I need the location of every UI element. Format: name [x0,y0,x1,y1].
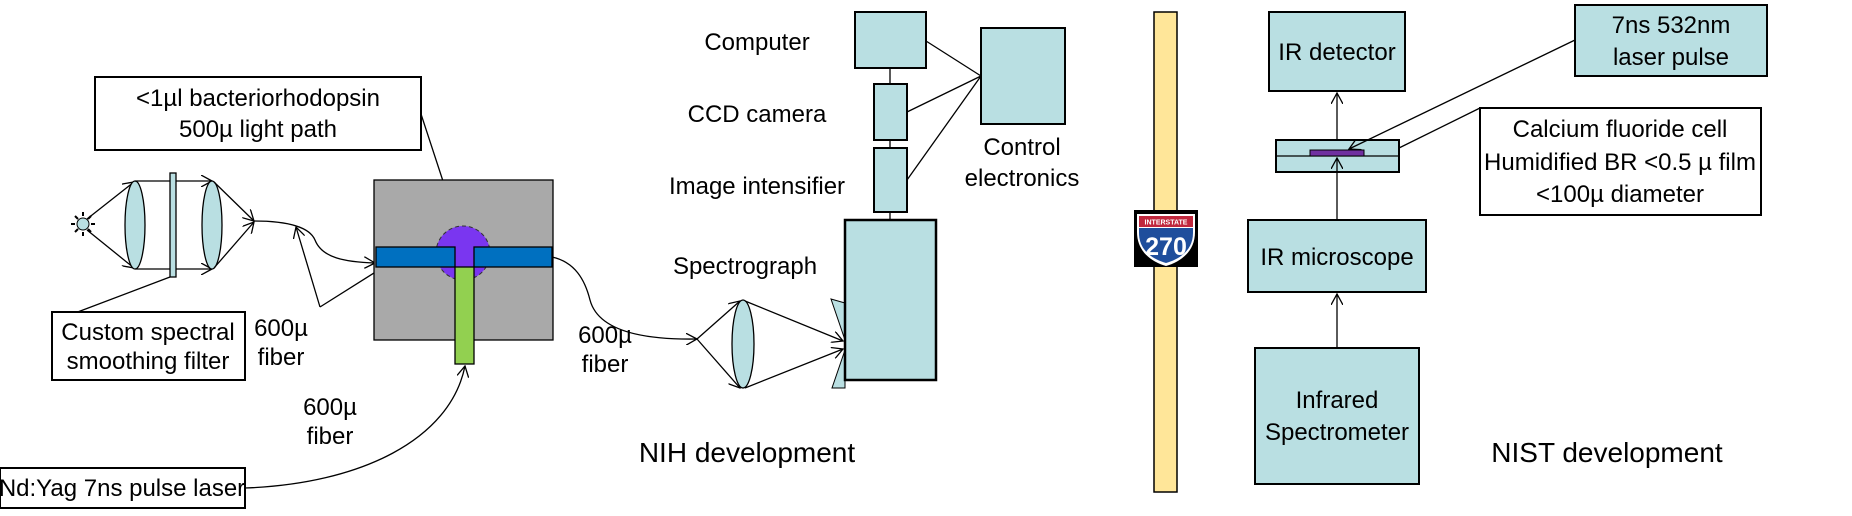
sample-label-line1: <1µl bacteriorhodopsin [136,85,380,112]
interstate-shield-icon: INTERSTATE 270 [1134,210,1198,267]
laser-pulse-line2: laser pulse [1613,44,1729,71]
spectral-filter [169,172,177,278]
ir-detector-label: IR detector [1278,39,1395,66]
slit-lower [831,349,846,389]
fiber-label-2-line2: fiber [307,423,354,450]
fiber-label-2-line1: 600µ [303,394,357,421]
laser-fiber-segment [454,266,475,365]
control-electronics-box [980,27,1066,125]
spectrograph-lens [731,299,755,389]
fiber-pointer-line [296,227,321,308]
computer-label: Computer [704,29,809,56]
laser-label: Nd:Yag 7ns pulse laser [0,467,246,509]
laser-fiber [244,366,465,489]
input-fiber [253,220,375,263]
slit-upper [830,298,846,341]
cell-label-line2: Humidified BR <0.5 µ film [1484,149,1756,176]
nist-section-title: NIST development [1491,437,1723,468]
ir-microscope-label: IR microscope [1260,244,1413,271]
experimental-setup-diagram: <1µl bacteriorhodopsin 500µ light path C… [0,4,1768,509]
computer-box [854,11,927,69]
light-ray [744,349,843,389]
image-intensifier-box [873,147,908,213]
ccd-camera-box [873,83,908,141]
fiber-in-segment [375,246,456,268]
br-film [1309,149,1365,157]
infrared-spectrometer-box [1254,347,1420,485]
spectrometer-line1: Infrared [1296,387,1379,414]
filter-pointer-line [74,276,171,314]
fiber-label-1-line2: fiber [258,344,305,371]
filter-label-line2: smoothing filter [67,348,230,375]
fiber-label-1-line1: 600µ [254,315,308,342]
sample-cell [373,179,554,365]
fiber-out-segment [473,246,553,268]
cell-label-pointer [1398,107,1481,149]
cell-label-line3: <100µ diameter [1536,181,1704,208]
spectrograph-label: Spectrograph [673,253,817,280]
spectrograph-box [843,218,938,382]
light-ray [744,300,843,341]
control-electronics-line1: Control [983,134,1060,161]
laser-label-text: Nd:Yag 7ns pulse laser [0,475,245,502]
laser-pulse-line1: 7ns 532nm [1612,12,1731,39]
interstate-text: INTERSTATE [1145,220,1188,227]
filter-label: Custom spectral smoothing filter [51,311,246,381]
control-cable [906,75,982,113]
collimating-lens [124,180,146,270]
focusing-lens [201,180,223,270]
spectrometer-line2: Spectrometer [1265,419,1409,446]
control-electronics-line2: electronics [965,165,1080,192]
sample-label: <1µl bacteriorhodopsin 500µ light path [94,76,422,151]
cell-label: Calcium fluoride cell Humidified BR <0.5… [1479,107,1762,216]
sample-label-line2: 500µ light path [179,116,337,143]
fiber-label-3-line2: fiber [582,351,629,378]
image-intensifier-label: Image intensifier [669,173,845,200]
nih-section-title: NIH development [639,437,856,468]
ccd-camera-label: CCD camera [688,101,827,128]
fiber-label-3-line1: 600µ [578,322,632,349]
interstate-number: 270 [1145,233,1187,261]
control-cable [925,40,982,77]
cell-label-line1: Calcium fluoride cell [1513,116,1728,143]
filter-label-line1: Custom spectral [61,319,234,346]
